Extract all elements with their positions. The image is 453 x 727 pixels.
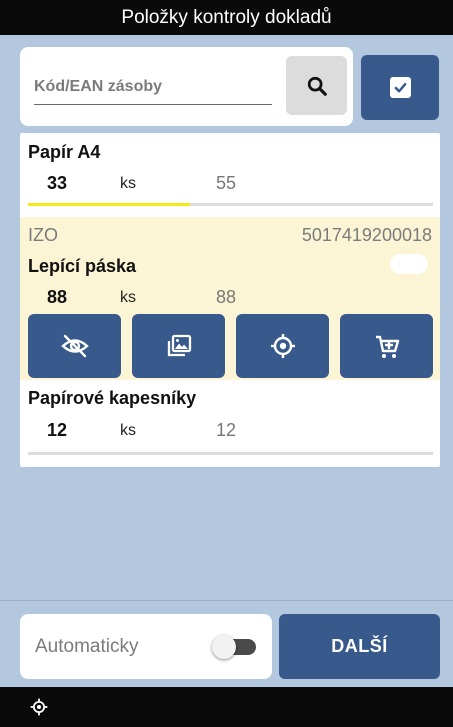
item-name: Papír A4 [28, 142, 101, 162]
list-item[interactable]: Papírové kapesníky 12 ks 12 [20, 380, 440, 467]
search-icon [307, 76, 327, 96]
auto-switch[interactable] [212, 635, 256, 659]
item-target: 55 [216, 173, 237, 193]
item-quantity: 12 [46, 420, 68, 440]
auto-label: Automaticky [35, 636, 139, 657]
eye-off-icon [60, 334, 89, 358]
locate-button[interactable] [236, 314, 329, 378]
item-quantity: 88 [46, 287, 68, 307]
divider [0, 600, 453, 601]
item-list: Papír A4 33 ks 55 IZO 5017419200018 Lepí… [20, 133, 440, 467]
item-unit: ks [120, 175, 136, 192]
search-button[interactable] [286, 56, 347, 115]
switch-knob [212, 635, 236, 659]
confirm-button[interactable] [361, 55, 439, 120]
item-quantity: 33 [46, 173, 68, 193]
item-actions [28, 314, 433, 378]
crosshair-icon[interactable] [30, 698, 48, 716]
item-unit: ks [120, 422, 136, 439]
hide-button[interactable] [28, 314, 121, 378]
item-unit: ks [120, 289, 136, 306]
next-button[interactable]: DALŠÍ [279, 614, 440, 679]
item-target: 88 [216, 287, 237, 307]
auto-panel: Automaticky [20, 614, 272, 679]
item-target: 12 [216, 420, 237, 440]
crosshair-icon [270, 334, 295, 358]
progress-bar [28, 203, 433, 206]
cart-add-icon [375, 335, 399, 358]
list-item[interactable]: Papír A4 33 ks 55 [20, 133, 440, 216]
gallery-button[interactable] [132, 314, 225, 378]
item-name: Lepící páska [28, 256, 137, 276]
add-to-cart-button[interactable] [340, 314, 433, 378]
search-input[interactable] [34, 65, 272, 105]
item-code: IZO [28, 225, 58, 245]
list-item-selected[interactable]: IZO 5017419200018 Lepící páska 88 ks 88 [20, 217, 440, 380]
image-gallery-icon [167, 334, 191, 357]
progress-bar [28, 452, 433, 455]
item-toggle[interactable] [390, 254, 428, 274]
item-ean: 5017419200018 [301, 225, 432, 245]
item-name: Papírové kapesníky [28, 388, 197, 408]
progress-fill [28, 203, 190, 206]
search-panel [20, 47, 353, 126]
checkbox-checked-icon [389, 77, 411, 98]
bottom-bar [0, 687, 453, 727]
page-title: Položky kontroly dokladů [0, 0, 453, 35]
